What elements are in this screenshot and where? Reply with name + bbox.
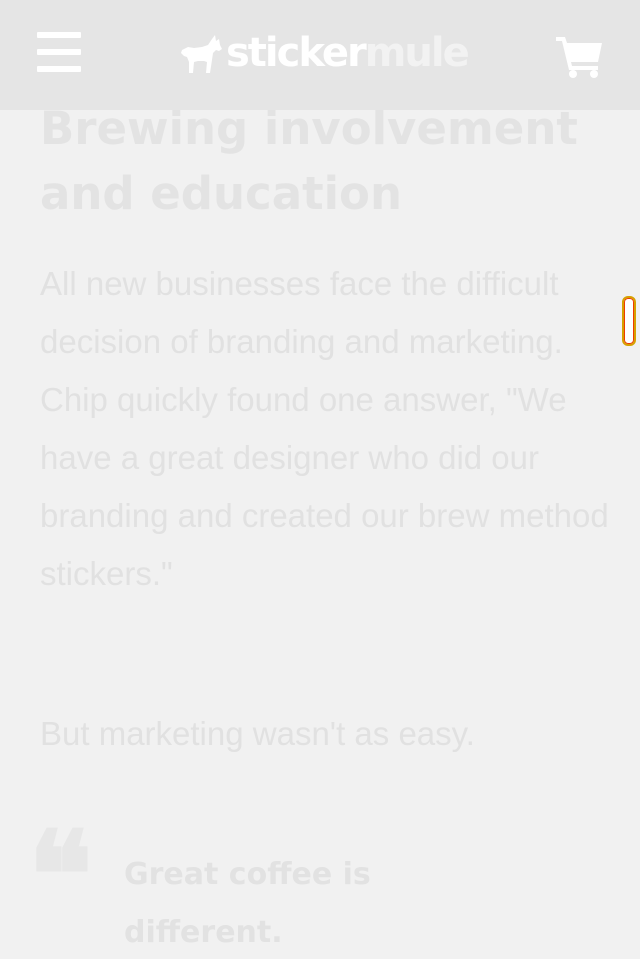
quote-mark-icon: ❝	[28, 805, 93, 946]
article-heading: Brewing involvement and education	[40, 102, 578, 220]
menu-bar	[37, 49, 81, 55]
menu-bar	[37, 66, 81, 72]
scroll-indicator[interactable]	[622, 296, 636, 346]
logo-text-sticker: sticker	[226, 30, 367, 76]
hamburger-menu-icon[interactable]	[37, 32, 81, 72]
site-logo[interactable]: stickermule	[180, 30, 470, 76]
mule-icon	[181, 35, 222, 73]
logo-text: stickermule	[226, 30, 470, 76]
article-paragraph: But marketing wasn't as easy.	[40, 715, 475, 752]
article-content: Brewing involvement and education All ne…	[0, 0, 640, 959]
pull-quote: Great coffee is different.	[124, 857, 371, 950]
article-paragraph: All new businesses face the difficult de…	[40, 265, 609, 592]
site-header: stickermule	[0, 0, 640, 110]
logo-text-mule: mule	[364, 30, 470, 76]
shopping-cart-icon[interactable]	[556, 34, 604, 78]
menu-bar	[37, 32, 81, 38]
